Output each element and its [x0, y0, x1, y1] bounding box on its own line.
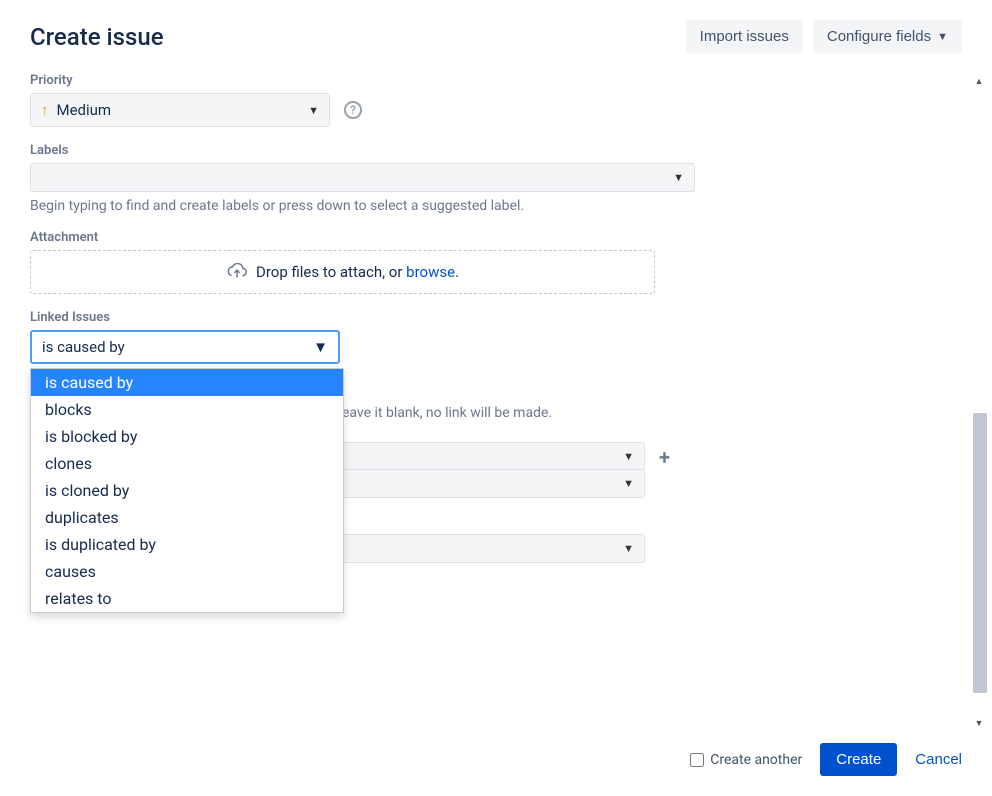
form-scroll-area: Priority ↑ Medium ▼ ? Labels ▼ Begin typ… [30, 73, 962, 731]
chevron-down-icon: ▼ [673, 171, 684, 184]
create-another-input[interactable] [690, 753, 704, 767]
cancel-button[interactable]: Cancel [915, 751, 962, 768]
labels-field: Labels ▼ Begin typing to find and create… [30, 143, 962, 214]
chevron-down-icon: ▼ [313, 338, 328, 356]
attachment-label: Attachment [30, 230, 962, 245]
help-icon[interactable]: ? [344, 101, 362, 119]
priority-medium-icon: ↑ [41, 101, 49, 119]
dropdown-option[interactable]: clones [31, 450, 343, 477]
chevron-down-icon: ▼ [623, 450, 634, 463]
dialog-header: Create issue Import issues Configure fie… [30, 20, 962, 53]
dropdown-option[interactable]: duplicates [31, 504, 343, 531]
priority-label: Priority [30, 73, 962, 88]
chevron-down-icon: ▼ [937, 31, 948, 43]
labels-select[interactable]: ▼ [30, 163, 695, 192]
browse-link[interactable]: browse [406, 263, 455, 281]
priority-select[interactable]: ↑ Medium ▼ [30, 93, 330, 127]
linked-issues-type-select[interactable]: is caused by ▼ is caused byblocksis bloc… [30, 330, 340, 364]
dropdown-option[interactable]: is blocked by [31, 423, 343, 450]
labels-label: Labels [30, 143, 962, 158]
chevron-down-icon: ▼ [308, 104, 319, 117]
linked-issues-dropdown: is caused byblocksis blocked byclonesis … [30, 368, 344, 613]
labels-helper: Begin typing to find and create labels o… [30, 198, 962, 214]
linked-issues-label: Linked Issues [30, 310, 962, 325]
scrollbar[interactable]: ▲ ▼ [971, 73, 987, 731]
dialog-title: Create issue [30, 23, 164, 51]
add-link-icon[interactable]: + [659, 445, 670, 469]
scroll-down-icon[interactable]: ▼ [971, 715, 987, 731]
priority-field: Priority ↑ Medium ▼ ? [30, 73, 962, 127]
dropdown-option[interactable]: is caused by [31, 369, 343, 396]
create-button[interactable]: Create [820, 743, 897, 776]
attachment-dropzone[interactable]: Drop files to attach, or browse. [30, 250, 655, 294]
attachment-field: Attachment Drop files to attach, or brow… [30, 230, 962, 294]
cloud-upload-icon [226, 263, 248, 281]
import-issues-button[interactable]: Import issues [686, 20, 803, 53]
dialog-footer: Create another Create Cancel [30, 731, 962, 796]
chevron-down-icon: ▼ [623, 477, 634, 490]
scrollbar-thumb[interactable] [973, 413, 987, 693]
dropdown-option[interactable]: is duplicated by [31, 531, 343, 558]
dropdown-option[interactable]: is cloned by [31, 477, 343, 504]
create-another-checkbox[interactable]: Create another [690, 752, 802, 768]
dropdown-option[interactable]: blocks [31, 396, 343, 423]
chevron-down-icon: ▼ [623, 542, 634, 555]
configure-fields-button[interactable]: Configure fields ▼ [813, 20, 962, 53]
scroll-up-icon[interactable]: ▲ [971, 73, 987, 89]
dropdown-option[interactable]: relates to [31, 585, 343, 612]
linked-issues-field: Linked Issues is caused by ▼ is caused b… [30, 310, 962, 421]
dropdown-option[interactable]: causes [31, 558, 343, 585]
